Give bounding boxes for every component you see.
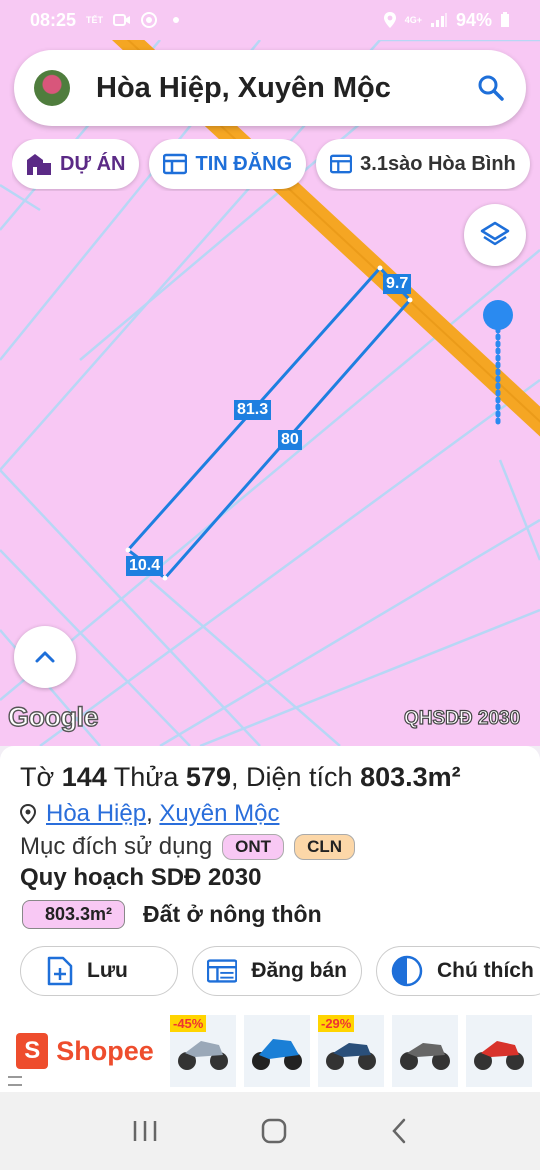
plan-description: Đất ở nông thôn: [143, 901, 322, 927]
layers-icon: [480, 221, 510, 246]
motorbike-toy-icon: [252, 1039, 302, 1070]
video-icon: [113, 14, 131, 26]
ad-product[interactable]: [392, 1015, 458, 1087]
motorbike-toy-icon: [178, 1041, 228, 1070]
chip-du-an[interactable]: DỰ ÁN: [12, 139, 140, 189]
ad-product[interactable]: [466, 1015, 532, 1087]
action-buttons: Lưu Đăng bán Chú thích: [20, 946, 540, 996]
plan-title: Quy hoạch SDĐ 2030: [20, 864, 262, 891]
status-time: 08:25: [30, 9, 77, 30]
ad-product[interactable]: -45%: [170, 1015, 236, 1087]
google-logo: Google: [7, 701, 99, 732]
dimension-label-long-1: 81.3: [234, 400, 272, 420]
dimension-label-long-2: 80: [278, 430, 302, 450]
parcel-summary: Tờ 144 Thửa 579, Diện tích 803.3m²: [20, 762, 461, 793]
app-logo-avatar[interactable]: [34, 70, 70, 106]
chip-tin-dang[interactable]: TIN ĐĂNG: [149, 139, 307, 189]
chip-du-an-label: DỰ ÁN: [60, 152, 126, 175]
expand-up-button[interactable]: [14, 626, 76, 688]
save-button-label: Lưu: [87, 959, 128, 982]
purpose-tag-cln[interactable]: CLN: [294, 834, 356, 860]
search-icon[interactable]: [476, 73, 506, 103]
post-sale-button-label: Đăng bán: [251, 959, 347, 982]
ad-product[interactable]: -29%: [318, 1015, 384, 1087]
contrast-icon: [391, 955, 423, 987]
opacity-slider[interactable]: [483, 300, 513, 430]
network-label: 4G+: [404, 15, 422, 25]
shopee-logo[interactable]: S Shopee: [0, 1011, 170, 1091]
battery-icon: [501, 12, 509, 27]
legend-button[interactable]: Chú thích: [376, 946, 540, 996]
add-file-icon: [47, 956, 73, 986]
planning-layer-label: QHSDĐ 2030: [403, 707, 521, 729]
post-sale-button[interactable]: Đăng bán: [192, 946, 362, 996]
tet-icon: TẾT: [86, 15, 104, 25]
listing-icon: [207, 959, 238, 983]
shopee-bag-icon: S: [16, 1033, 49, 1069]
chrome-icon: [141, 12, 158, 28]
chevron-up-icon: [35, 651, 55, 663]
home-icon[interactable]: [260, 1117, 288, 1145]
shopee-ad-banner[interactable]: S Shopee -45% -29%: [0, 1010, 540, 1092]
location-pin-icon: [20, 804, 36, 824]
ad-products: -45% -29%: [170, 1015, 532, 1087]
save-button[interactable]: Lưu: [20, 946, 178, 996]
listing-icon: [163, 153, 188, 175]
area-value: 803.3m²: [360, 762, 461, 792]
shopee-brand: Shopee: [56, 1035, 154, 1066]
dimension-label-bottom: 10.4: [126, 556, 164, 576]
lot-label: Thửa: [113, 762, 179, 792]
signal-icon: [430, 13, 447, 27]
area-label: , Diện tích: [230, 762, 353, 792]
plan-area-badge: 803.3m²: [22, 900, 126, 929]
listing-icon: [330, 154, 353, 174]
sheet-number: 144: [61, 762, 107, 792]
sheet-label: Tờ: [20, 762, 55, 792]
land-use-purpose: Mục đích sử dụng ONT CLN: [20, 833, 356, 861]
search-title[interactable]: Hòa Hiệp, Xuyên Mộc: [96, 72, 476, 105]
ad-menu-icon[interactable]: [8, 1076, 22, 1086]
motorbike-toy-icon: [474, 1041, 524, 1070]
legend-button-label: Chú thích: [437, 959, 534, 982]
dimension-label-top: 9.7: [383, 274, 412, 294]
discount-badge: -45%: [170, 1015, 207, 1032]
building-icon: [27, 154, 51, 175]
search-bar[interactable]: Hòa Hiệp, Xuyên Mộc: [14, 50, 526, 126]
layers-button[interactable]: [464, 204, 526, 266]
system-nav-bar: [0, 1092, 540, 1170]
purpose-tag-ont[interactable]: ONT: [222, 834, 285, 860]
discount-badge: -29%: [318, 1015, 355, 1032]
recent-apps-icon[interactable]: [131, 1119, 159, 1143]
battery-percent: 94%: [455, 9, 492, 30]
motorbike-toy-icon: [400, 1043, 450, 1070]
district-link[interactable]: Xuyên Mộc: [159, 800, 279, 827]
back-icon[interactable]: [389, 1117, 409, 1145]
chip-tin-dang-label: TIN ĐĂNG: [195, 152, 293, 175]
opacity-slider-handle: [483, 300, 513, 330]
chip-saved-listing[interactable]: 3.1sào Hòa Bình: [316, 139, 530, 189]
purpose-label: Mục đích sử dụng: [20, 833, 213, 860]
filter-chips: DỰ ÁN TIN ĐĂNG 3.1sào Hòa Bình: [12, 139, 540, 191]
status-bar: 08:25 TẾT 4G+ 94%: [0, 0, 540, 40]
parcel-info-panel: Tờ 144 Thửa 579, Diện tích 803.3m² Hòa H…: [0, 746, 540, 1010]
chip-saved-listing-label: 3.1sào Hòa Bình: [360, 152, 516, 175]
motorbike-toy-icon: [326, 1043, 376, 1070]
location-icon: [383, 12, 396, 28]
commune-link[interactable]: Hòa Hiệp: [46, 800, 146, 827]
notification-dot: [173, 17, 180, 23]
location-separator: ,: [146, 800, 153, 827]
parcel-location: Hòa Hiệp, Xuyên Mộc: [20, 800, 279, 828]
lot-number: 579: [185, 762, 231, 792]
plan-row: 803.3m² Đất ở nông thôn: [22, 900, 322, 929]
ad-product[interactable]: [244, 1015, 310, 1087]
